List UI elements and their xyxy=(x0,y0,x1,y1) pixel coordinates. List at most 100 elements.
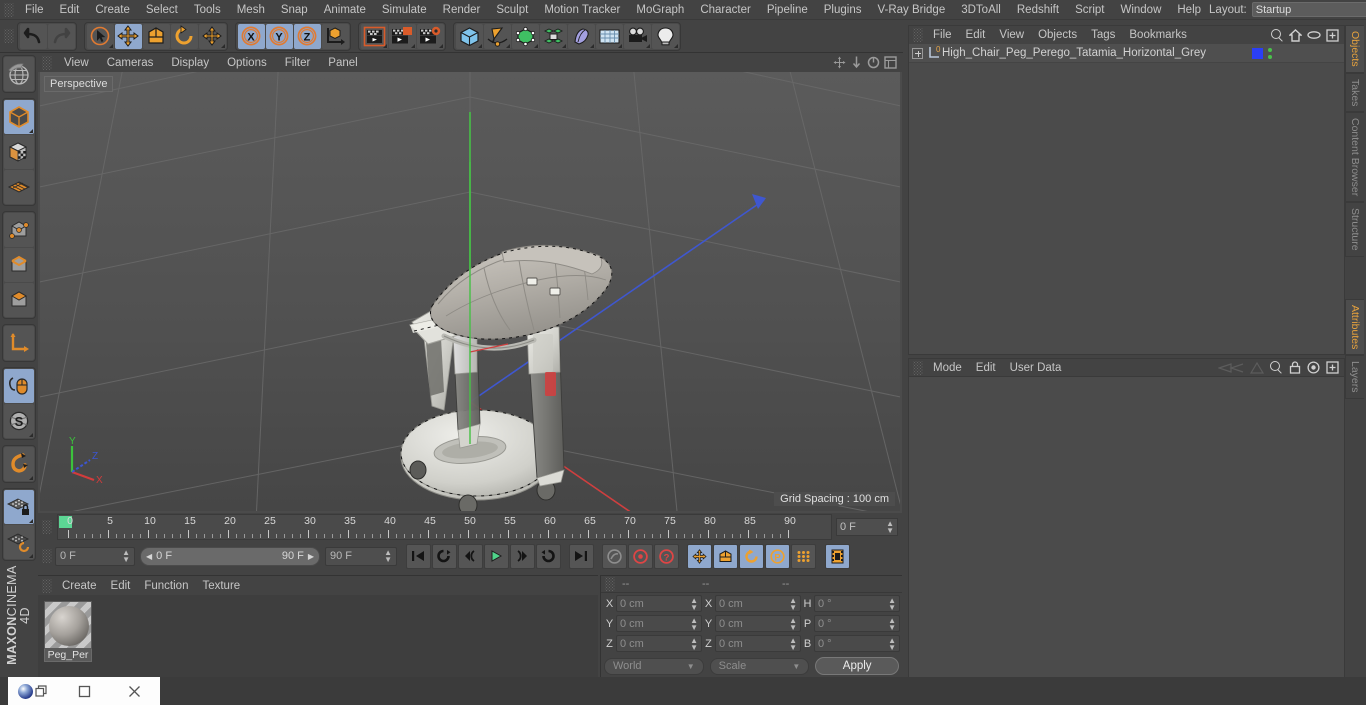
material-menu-create[interactable]: Create xyxy=(55,578,104,594)
y-axis-icon[interactable]: Y xyxy=(265,23,293,49)
menu-item-tools[interactable]: Tools xyxy=(186,2,229,18)
material-manager-grip[interactable] xyxy=(42,578,52,593)
object-menu-view[interactable]: View xyxy=(992,27,1031,43)
spinner-icon[interactable]: ▲ ▼ xyxy=(122,549,130,564)
edges-mode-icon[interactable] xyxy=(4,248,34,282)
mesh-points-mode-icon[interactable] xyxy=(4,170,34,204)
menu-item-snap[interactable]: Snap xyxy=(273,2,316,18)
spinner-icon[interactable]: ▲ ▼ xyxy=(789,596,797,611)
vertical-tab-attributes[interactable]: Attributes xyxy=(1345,298,1364,356)
axis-modify-icon[interactable] xyxy=(4,326,34,360)
menu-grip[interactable] xyxy=(4,2,14,17)
search-icon[interactable] xyxy=(1270,361,1283,374)
autokey-icon[interactable] xyxy=(601,543,627,569)
timeline-ruler[interactable]: 0 5 10 15 20 25 30 35 40 45 50 55 60 65 70 75 80 85 90 xyxy=(57,514,832,540)
size-x-field[interactable]: 0 cm ▲ ▼ xyxy=(715,595,801,612)
move-axis-icon[interactable] xyxy=(198,23,226,49)
range-right-arrow-icon[interactable]: ▶ xyxy=(308,552,314,561)
spinner-icon[interactable]: ▲ ▼ xyxy=(789,616,797,631)
render-settings-icon[interactable] xyxy=(416,23,444,49)
menu-item-render[interactable]: Render xyxy=(435,2,489,18)
menu-item-select[interactable]: Select xyxy=(138,2,186,18)
spinner-icon[interactable]: ▲ ▼ xyxy=(888,616,896,631)
viewport-menu-panel[interactable]: Panel xyxy=(319,56,366,70)
pos-x-field[interactable]: 0 cm ▲ ▼ xyxy=(616,595,702,612)
vertical-tab-structure[interactable]: Structure xyxy=(1345,202,1364,257)
animation-mode-icon[interactable] xyxy=(824,543,850,569)
pos-z-field[interactable]: 0 cm ▲ ▼ xyxy=(616,635,702,652)
transport-grip[interactable] xyxy=(42,549,52,563)
visibility-dots[interactable] xyxy=(1268,47,1272,59)
spinner-icon[interactable]: ▲ ▼ xyxy=(888,596,896,611)
pan-view-icon[interactable] xyxy=(833,56,846,69)
texture-mode-icon[interactable] xyxy=(4,135,34,169)
z-axis-icon[interactable]: Z xyxy=(293,23,321,49)
spinner-icon[interactable]: ▲ ▼ xyxy=(789,636,797,651)
object-name[interactable]: High_Chair_Peg_Perego_Tatamia_Horizontal… xyxy=(942,47,1206,59)
rot-b-field[interactable]: 0 ° ▲ ▼ xyxy=(814,635,900,652)
record-icon[interactable] xyxy=(627,543,653,569)
null-object-icon[interactable]: 0 xyxy=(927,46,942,60)
viewport-menu-filter[interactable]: Filter xyxy=(276,56,320,70)
spline-pen-icon[interactable] xyxy=(483,23,511,49)
key-parameter-icon[interactable]: P xyxy=(764,543,790,569)
lock-icon[interactable] xyxy=(1289,361,1301,374)
select-cursor-icon[interactable] xyxy=(86,23,114,49)
play-forward-loop-icon[interactable] xyxy=(535,543,561,569)
menu-item-mograph[interactable]: MoGraph xyxy=(628,2,692,18)
scene-environment-icon[interactable] xyxy=(595,23,623,49)
deformer-icon[interactable] xyxy=(567,23,595,49)
attribute-menu-user-data[interactable]: User Data xyxy=(1003,360,1069,376)
timeline-start-field[interactable]: 0 F ▲ ▼ xyxy=(55,546,135,566)
layout-dropdown[interactable]: Startup ▼ xyxy=(1251,2,1366,17)
object-menu-tags[interactable]: Tags xyxy=(1084,27,1122,43)
viewport-menu-view[interactable]: View xyxy=(55,56,98,70)
eye-icon[interactable] xyxy=(1307,30,1321,40)
spinner-icon[interactable]: ▲ ▼ xyxy=(384,549,392,564)
vertical-tab-content-browser[interactable]: Content Browser xyxy=(1345,112,1364,203)
size-z-field[interactable]: 0 cm ▲ ▼ xyxy=(715,635,801,652)
rot-h-field[interactable]: 0 ° ▲ ▼ xyxy=(814,595,900,612)
enable-snap-icon[interactable]: S xyxy=(4,404,34,438)
viewport-menu-cameras[interactable]: Cameras xyxy=(98,56,163,70)
vertical-tab-layers[interactable]: Layers xyxy=(1345,355,1364,399)
coordinate-system-dropdown[interactable]: World ▼ xyxy=(604,657,704,675)
viewport-grip[interactable] xyxy=(42,55,52,70)
render-view-icon[interactable] xyxy=(360,23,388,49)
move-view-icon[interactable] xyxy=(850,56,863,69)
polygons-mode-icon[interactable] xyxy=(4,283,34,317)
object-menu-file[interactable]: File xyxy=(926,27,959,43)
current-frame-field[interactable]: 0 F ▲ ▼ xyxy=(836,518,898,536)
material-list[interactable]: Peg_Per xyxy=(38,595,598,668)
mograph-icon[interactable] xyxy=(539,23,567,49)
step-back-icon[interactable] xyxy=(457,543,483,569)
object-manager-row[interactable]: 0 High_Chair_Peg_Perego_Tatamia_Horizont… xyxy=(909,44,1344,63)
preview-range-slider[interactable]: ◀ 0 F 90 F ▶ xyxy=(140,546,320,566)
menu-item-motion-tracker[interactable]: Motion Tracker xyxy=(536,2,628,18)
expand-object-icon[interactable] xyxy=(912,47,923,59)
menu-item-script[interactable]: Script xyxy=(1067,2,1112,18)
menu-item-plugins[interactable]: Plugins xyxy=(816,2,870,18)
layout-icon[interactable] xyxy=(1326,361,1339,374)
object-menu-bookmarks[interactable]: Bookmarks xyxy=(1122,27,1194,43)
go-to-end-icon[interactable] xyxy=(568,543,594,569)
undo-icon[interactable] xyxy=(19,23,47,49)
spinner-icon[interactable]: ▲ ▼ xyxy=(886,520,894,535)
menu-item-sculpt[interactable]: Sculpt xyxy=(488,2,536,18)
render-region-icon[interactable] xyxy=(388,23,416,49)
menu-item-redshift[interactable]: Redshift xyxy=(1009,2,1067,18)
key-rotation-icon[interactable] xyxy=(738,543,764,569)
layout-icon[interactable] xyxy=(1326,28,1339,42)
material-menu-edit[interactable]: Edit xyxy=(104,578,138,594)
transform-mode-dropdown[interactable]: Scale ▼ xyxy=(709,657,810,675)
move-icon[interactable] xyxy=(114,23,142,49)
workplane-rotate-icon[interactable] xyxy=(4,525,34,559)
c4d-app-icon[interactable] xyxy=(8,677,59,705)
attribute-manager-grip[interactable] xyxy=(913,360,923,375)
go-to-start-icon[interactable] xyxy=(405,543,431,569)
play-icon[interactable] xyxy=(483,543,509,569)
menu-item-file[interactable]: File xyxy=(17,2,52,18)
menu-item-pipeline[interactable]: Pipeline xyxy=(759,2,816,18)
magnet-icon[interactable] xyxy=(4,447,34,481)
menu-item-mesh[interactable]: Mesh xyxy=(229,2,273,18)
